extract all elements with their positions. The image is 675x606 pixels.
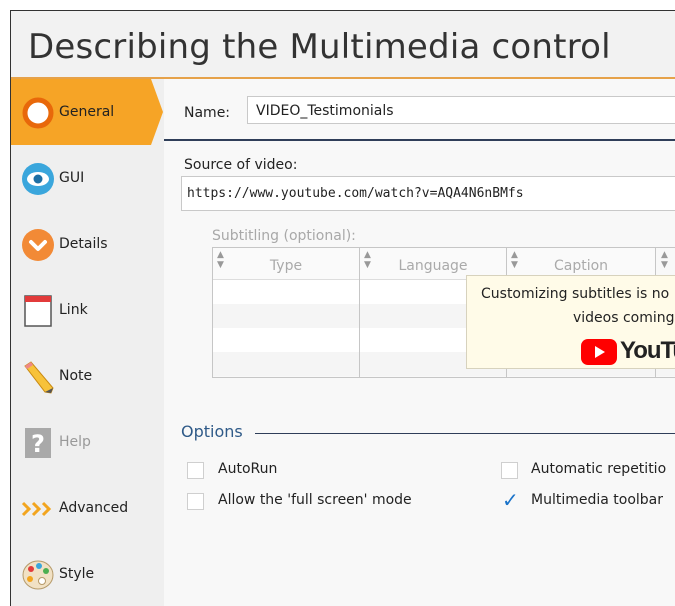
tooltip-text-line1: Customizing subtitles is no [481, 286, 670, 302]
advanced-chevrons-icon [21, 501, 52, 517]
options-title: Options [181, 422, 243, 441]
column-header-label: Caption [553, 258, 609, 274]
sidebar-item-label: Details [59, 236, 108, 252]
main-content: Name: VIDEO_Testimonials Source of video… [164, 79, 675, 606]
column-header-label: Language [398, 258, 468, 274]
sort-arrows-icon: ▲ ▼ [661, 250, 668, 270]
sidebar-item-general[interactable]: General [11, 79, 163, 145]
sort-arrows-icon: ▲ ▼ [364, 250, 371, 270]
sidebar-item-label: Note [59, 368, 93, 384]
link-window-icon [24, 295, 52, 327]
sidebar-item-label: GUI [59, 170, 85, 186]
sidebar: General GUI Details Link Note ? Help Adv… [11, 79, 164, 606]
sidebar-item-link[interactable]: Link [11, 277, 164, 343]
sidebar-item-style[interactable]: Style [11, 541, 164, 606]
youtube-logo: YouTu [581, 337, 675, 366]
tooltip: Customizing subtitles is no videos comin… [466, 275, 675, 369]
svg-text:?: ? [31, 430, 45, 458]
sidebar-item-advanced[interactable]: Advanced [11, 475, 164, 541]
youtube-logo-text: YouTu [620, 337, 675, 364]
source-input[interactable]: https://www.youtube.com/watch?v=AQA4N6nB… [181, 176, 675, 211]
dialog-title: Describing the Multimedia control [28, 27, 611, 67]
sidebar-item-label: Advanced [59, 500, 129, 516]
autorun-label: AutoRun [218, 461, 278, 477]
multimedia-toolbar-checkbox[interactable]: ✓ [501, 488, 519, 512]
youtube-play-icon [581, 339, 617, 365]
tooltip-text-line2: videos coming [573, 310, 675, 326]
name-label: Name: [184, 105, 231, 121]
palette-icon [22, 560, 54, 590]
full-screen-checkbox[interactable] [187, 493, 204, 510]
sidebar-item-help[interactable]: ? Help [11, 409, 164, 475]
title-bar: Describing the Multimedia control [11, 11, 675, 79]
dialog-window: Describing the Multimedia control Genera… [10, 10, 675, 606]
sidebar-item-label: Help [59, 434, 91, 450]
pencil-icon [24, 361, 54, 394]
details-chevron-icon [22, 229, 54, 261]
checkmark-icon: ✓ [502, 488, 519, 512]
autorun-checkbox[interactable] [187, 462, 204, 479]
sidebar-item-note[interactable]: Note [11, 343, 164, 409]
sidebar-item-label: Link [59, 302, 88, 318]
sort-arrows-icon: ▲ ▼ [217, 250, 224, 270]
sidebar-item-label: General [59, 104, 115, 120]
sidebar-item-label: Style [59, 566, 95, 582]
options-divider [255, 433, 675, 434]
help-question-icon: ? [25, 428, 51, 458]
column-header-type[interactable]: ▲ ▼ Type [213, 248, 359, 280]
sort-arrows-icon: ▲ ▼ [511, 250, 518, 270]
column-header-label: Type [269, 258, 303, 274]
general-circle-icon [22, 97, 54, 129]
full-screen-label: Allow the 'full screen' mode [218, 492, 412, 508]
source-label: Source of video: [184, 157, 298, 173]
column-type: ▲ ▼ Type [213, 248, 360, 377]
subtitles-label: Subtitling (optional): [212, 228, 356, 244]
automatic-repetition-label: Automatic repetitio [531, 461, 667, 477]
automatic-repetition-checkbox[interactable] [501, 462, 518, 479]
sidebar-item-gui[interactable]: GUI [11, 145, 164, 211]
name-row: Name: VIDEO_Testimonials [164, 79, 675, 141]
multimedia-toolbar-label: Multimedia toolbar [531, 492, 664, 508]
eye-icon [22, 163, 54, 195]
sidebar-item-details[interactable]: Details [11, 211, 164, 277]
name-input[interactable]: VIDEO_Testimonials [247, 96, 675, 124]
